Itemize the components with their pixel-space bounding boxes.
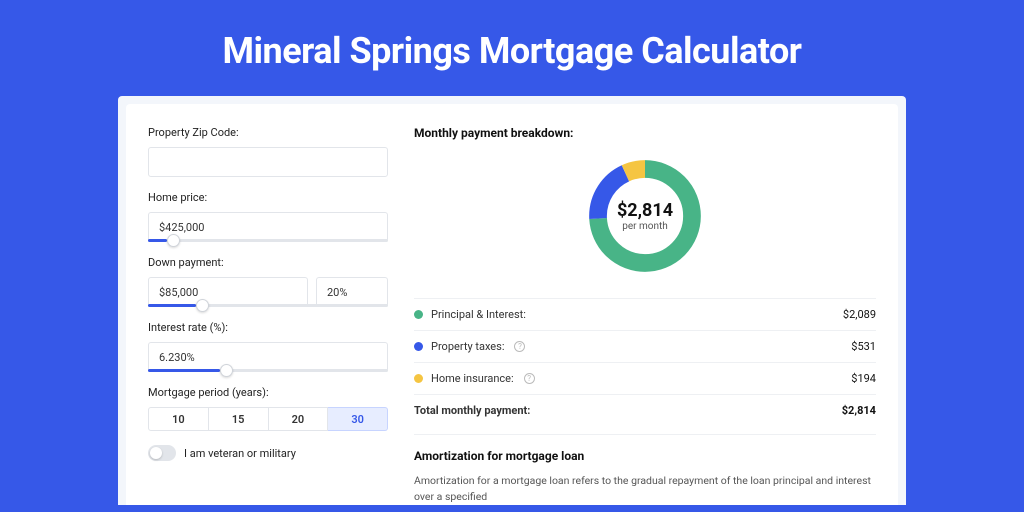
legend-row-total: Total monthly payment: $2,814 [414, 394, 876, 426]
slider-thumb[interactable] [196, 299, 209, 312]
calculator-outer: Property Zip Code: Home price: Down paym… [118, 96, 906, 505]
donut-sub: per month [622, 221, 668, 232]
legend-row-pi: Principal & Interest: $2,089 [414, 298, 876, 330]
page-title: Mineral Springs Mortgage Calculator [0, 0, 1024, 96]
legend-row-tax: Property taxes: ? $531 [414, 330, 876, 362]
legend-value: $531 [851, 340, 876, 353]
interest-rate-field: Interest rate (%): [148, 321, 388, 372]
veteran-toggle[interactable] [148, 445, 176, 461]
period-label: Mortgage period (years): [148, 386, 388, 399]
period-10-button[interactable]: 10 [148, 407, 209, 431]
slider-thumb[interactable] [220, 364, 233, 377]
period-buttons: 10 15 20 30 [148, 407, 388, 431]
info-icon[interactable]: ? [514, 341, 525, 352]
legend-label: Principal & Interest: [431, 308, 526, 321]
amortization-title: Amortization for mortgage loan [414, 449, 876, 463]
calculator-card: Property Zip Code: Home price: Down paym… [126, 104, 898, 505]
legend-dot-blue [414, 342, 423, 351]
period-15-button[interactable]: 15 [209, 407, 269, 431]
down-payment-label: Down payment: [148, 256, 388, 269]
down-payment-pct-input[interactable] [316, 277, 388, 307]
donut-chart: $2,814 per month [583, 154, 707, 278]
legend-dot-yellow [414, 374, 423, 383]
legend-dot-green [414, 310, 423, 319]
down-payment-field: Down payment: [148, 256, 388, 307]
zip-field: Property Zip Code: [148, 126, 388, 177]
legend-label: Property taxes: [431, 340, 504, 353]
period-30-button[interactable]: 30 [328, 407, 388, 431]
slider-thumb[interactable] [167, 234, 180, 247]
zip-label: Property Zip Code: [148, 126, 388, 139]
home-price-label: Home price: [148, 191, 388, 204]
breakdown-column: Monthly payment breakdown: $2,814 per mo… [414, 126, 876, 505]
total-value: $2,814 [842, 404, 876, 417]
interest-rate-input[interactable] [148, 342, 388, 372]
legend-value: $2,089 [843, 308, 876, 321]
down-payment-input[interactable] [148, 277, 308, 307]
inputs-column: Property Zip Code: Home price: Down paym… [148, 126, 388, 505]
home-price-slider[interactable] [148, 239, 388, 242]
veteran-label: I am veteran or military [184, 447, 296, 460]
amortization-text: Amortization for a mortgage loan refers … [414, 473, 876, 505]
period-20-button[interactable]: 20 [269, 407, 329, 431]
interest-rate-slider[interactable] [148, 369, 388, 372]
donut-chart-wrap: $2,814 per month [414, 154, 876, 278]
period-field: Mortgage period (years): 10 15 20 30 [148, 386, 388, 431]
total-label: Total monthly payment: [414, 404, 530, 417]
amortization-section: Amortization for mortgage loan Amortizat… [414, 434, 876, 505]
toggle-knob [150, 447, 162, 459]
breakdown-title: Monthly payment breakdown: [414, 126, 876, 140]
legend-label: Home insurance: [431, 372, 514, 385]
zip-input[interactable] [148, 147, 388, 177]
legend-row-ins: Home insurance: ? $194 [414, 362, 876, 394]
veteran-row: I am veteran or military [148, 445, 388, 461]
donut-center: $2,814 per month [583, 154, 707, 278]
home-price-input[interactable] [148, 212, 388, 242]
down-payment-slider[interactable] [148, 304, 388, 307]
legend-value: $194 [851, 372, 876, 385]
donut-amount: $2,814 [617, 200, 673, 221]
info-icon[interactable]: ? [524, 373, 535, 384]
home-price-field: Home price: [148, 191, 388, 242]
interest-rate-label: Interest rate (%): [148, 321, 388, 334]
